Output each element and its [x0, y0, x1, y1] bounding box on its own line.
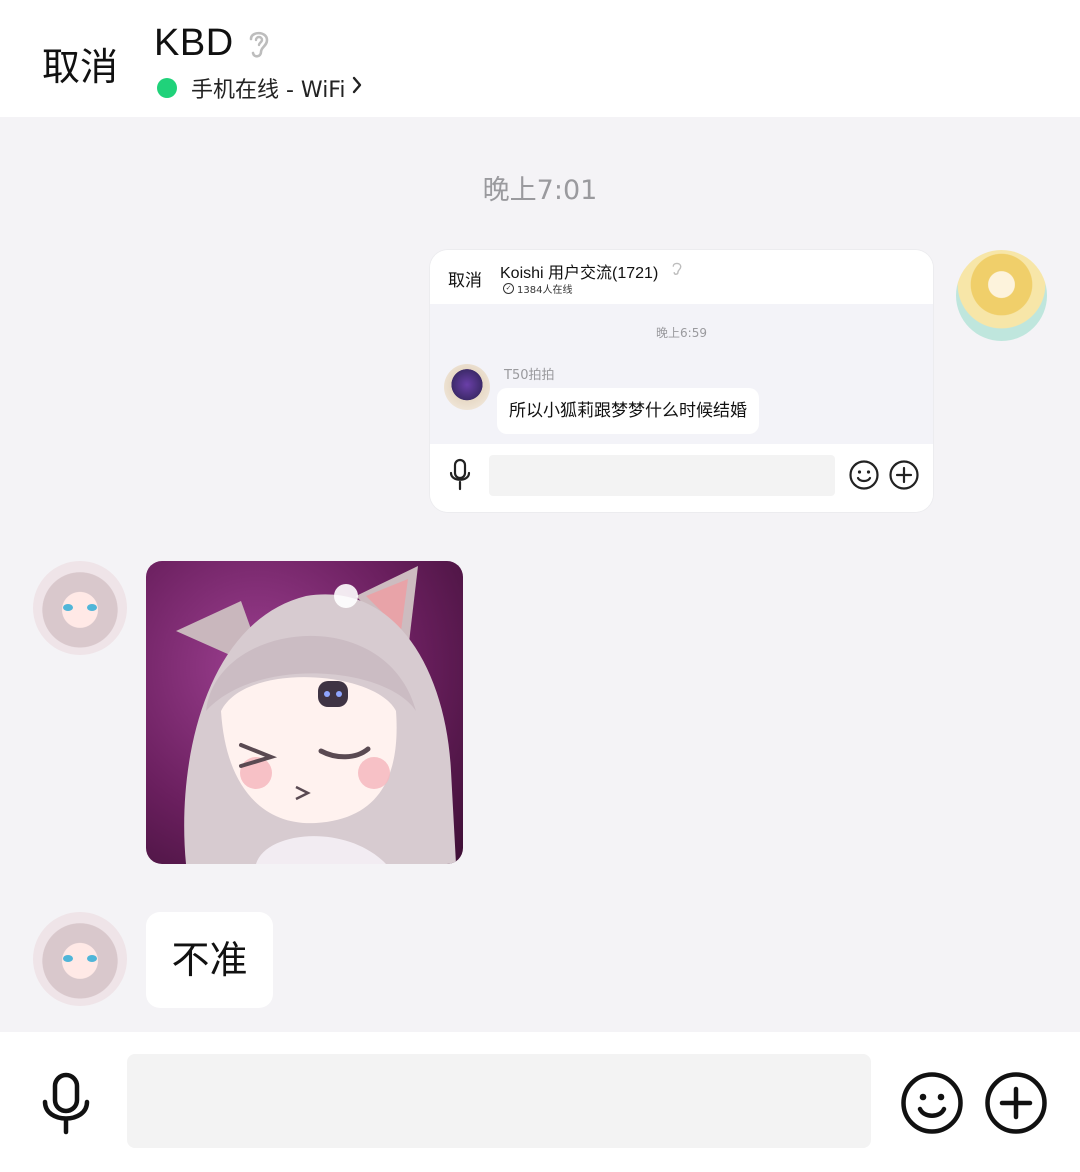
avatar-eye — [87, 955, 97, 962]
card-group-title: Koishi 用户交流(1721) — [500, 265, 659, 282]
sticker-image[interactable] — [146, 561, 463, 864]
check-circle-icon: ✓ — [503, 283, 514, 294]
online-status[interactable]: 手机在线 - WiFi — [157, 72, 363, 104]
chat-header: 取消 KBD 手机在线 - WiFi — [0, 0, 1080, 117]
card-chat-body: 晚上6:59 T50拍拍 所以小狐莉跟梦梦什么时候结婚 — [430, 304, 933, 444]
ear-icon — [670, 260, 684, 281]
card-header: 取消 Koishi 用户交流(1721) ✓ 1384人在线 — [430, 250, 933, 304]
avatar-eye — [87, 604, 97, 611]
card-message-bubble: 所以小狐莉跟梦梦什么时候结婚 — [497, 388, 759, 434]
emoji-icon[interactable] — [900, 1071, 964, 1139]
card-cancel-label: 取消 — [448, 271, 482, 291]
cat-girl-sticker-art — [176, 566, 457, 864]
input-bar — [0, 1032, 1080, 1172]
emoji-icon — [848, 459, 880, 495]
chat-title[interactable]: KBD — [154, 22, 234, 65]
plus-icon — [888, 459, 920, 495]
ear-icon[interactable] — [244, 26, 274, 66]
online-count-text: 1384人在线 — [517, 285, 573, 296]
card-online-count: ✓ 1384人在线 — [503, 281, 572, 296]
microphone-icon[interactable] — [40, 1072, 92, 1140]
contact-avatar[interactable] — [33, 561, 127, 655]
card-input-bar — [430, 444, 933, 512]
contact-avatar[interactable] — [33, 912, 127, 1006]
cancel-button[interactable]: 取消 — [42, 36, 118, 91]
online-dot — [157, 78, 177, 98]
message-input[interactable] — [127, 1054, 871, 1148]
plus-icon[interactable] — [984, 1071, 1048, 1139]
microphone-icon — [448, 458, 472, 496]
avatar-eye — [63, 604, 73, 611]
message-bubble[interactable]: 不准 — [146, 912, 273, 1008]
card-text-field — [489, 455, 835, 496]
time-divider: 晚上7:01 — [482, 175, 598, 206]
status-text: 手机在线 - WiFi — [191, 78, 346, 103]
card-time-divider: 晚上6:59 — [656, 326, 707, 340]
sender-name: T50拍拍 — [504, 368, 555, 383]
avatar-eye — [63, 955, 73, 962]
sender-avatar — [444, 364, 490, 410]
chevron-right-icon — [351, 75, 363, 101]
forwarded-screenshot-message[interactable]: 取消 Koishi 用户交流(1721) ✓ 1384人在线 晚上6:59 T5… — [430, 250, 933, 512]
my-avatar[interactable] — [956, 250, 1047, 341]
